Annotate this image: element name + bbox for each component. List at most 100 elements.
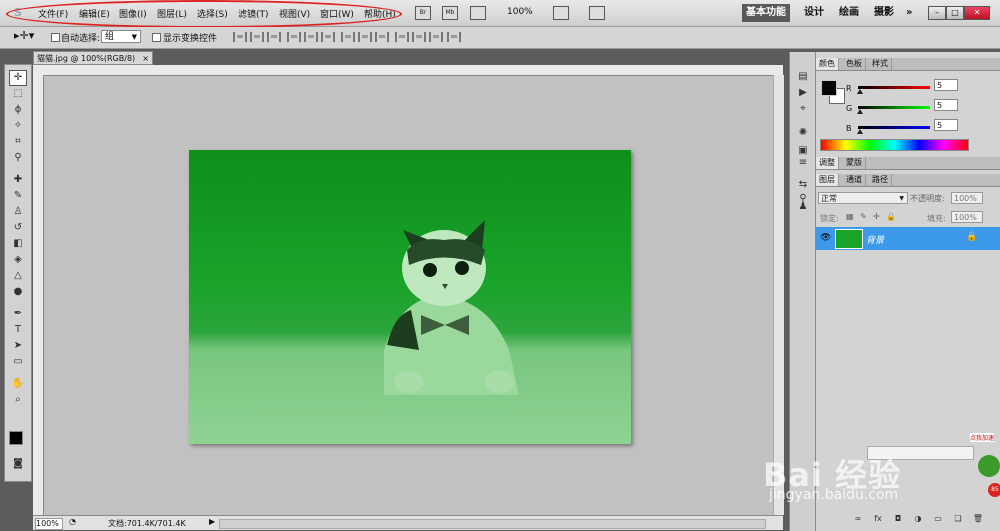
- paint-bucket-tool-icon[interactable]: ◈: [10, 253, 26, 267]
- menu-file[interactable]: 文件(F): [38, 7, 68, 20]
- lock-all-icon[interactable]: 🔒: [886, 212, 896, 221]
- eraser-tool-icon[interactable]: ◧: [10, 237, 26, 251]
- marquee-tool-icon[interactable]: ⬚: [10, 87, 26, 101]
- history-panel-icon[interactable]: ▤: [796, 70, 810, 84]
- tab-layers[interactable]: 图层: [816, 174, 839, 186]
- add-mask-icon[interactable]: ◘: [892, 514, 904, 524]
- pen-tool-icon[interactable]: ✒: [10, 307, 26, 321]
- new-layer-icon[interactable]: ❏: [952, 514, 964, 524]
- group-folder-icon[interactable]: ▭: [932, 514, 944, 524]
- align-bottom-icon[interactable]: [267, 32, 281, 42]
- move-tool-icon[interactable]: ✛: [9, 70, 27, 86]
- brush-panel-icon[interactable]: ✺: [796, 126, 810, 140]
- menu-filter[interactable]: 滤镜(T): [238, 7, 269, 20]
- tab-masks[interactable]: 蒙版: [843, 157, 866, 169]
- zoom-tool-icon[interactable]: ⌕: [10, 393, 26, 407]
- tab-adjustments[interactable]: 调整: [816, 157, 839, 169]
- distribute-left-icon[interactable]: [395, 32, 409, 42]
- auto-select-checkbox[interactable]: [51, 33, 60, 42]
- workspace-painting[interactable]: 绘画: [835, 4, 863, 22]
- auto-select-dropdown[interactable]: 组 ▼: [101, 30, 141, 43]
- tab-color[interactable]: 颜色: [816, 58, 839, 70]
- align-hcenter-icon[interactable]: [304, 32, 318, 42]
- distribute-right-icon[interactable]: [429, 32, 443, 42]
- crop-tool-icon[interactable]: ⌗: [10, 135, 26, 149]
- align-right-icon[interactable]: [321, 32, 335, 42]
- minimize-icon[interactable]: –: [928, 6, 946, 20]
- bridge-icon[interactable]: Br: [415, 6, 431, 20]
- trash-icon[interactable]: 🗑: [972, 514, 984, 524]
- link-layers-icon[interactable]: ∞: [852, 514, 864, 524]
- color-spectrum-ramp[interactable]: [820, 139, 969, 151]
- tool-presets-icon[interactable]: ♟: [796, 200, 810, 214]
- green-value-field[interactable]: 5: [934, 99, 958, 111]
- workspace-photography[interactable]: 摄影: [870, 4, 898, 22]
- quick-select-tool-icon[interactable]: ✧: [10, 119, 26, 133]
- align-top-icon[interactable]: [233, 32, 247, 42]
- blue-value-field[interactable]: 5: [934, 119, 958, 131]
- green-slider-thumb[interactable]: [857, 109, 863, 114]
- zoom-status-field[interactable]: 100%: [35, 518, 63, 530]
- blue-slider-thumb[interactable]: [857, 129, 863, 134]
- character-panel-icon[interactable]: ≡: [796, 156, 810, 170]
- red-slider-thumb[interactable]: [857, 89, 863, 94]
- image-canvas-cat-photo[interactable]: [189, 150, 631, 444]
- menu-image[interactable]: 图像(I): [119, 7, 147, 20]
- auto-align-icon[interactable]: [447, 32, 461, 42]
- blur-tool-icon[interactable]: △: [10, 269, 26, 283]
- more-workspaces-icon[interactable]: »: [902, 4, 916, 22]
- lock-pixels-icon[interactable]: ✎: [860, 212, 867, 221]
- mini-bridge-icon[interactable]: Mb: [442, 6, 458, 20]
- vertical-scrollbar[interactable]: [773, 75, 784, 515]
- tab-swatches[interactable]: 色板: [843, 58, 866, 70]
- hand-tool-icon[interactable]: ✋: [10, 377, 26, 391]
- red-value-field[interactable]: 5: [934, 79, 958, 91]
- view-extras-icon[interactable]: [470, 6, 486, 20]
- menu-layer[interactable]: 图层(L): [157, 7, 187, 20]
- layer-style-icon[interactable]: fx: [872, 514, 884, 524]
- status-arrow-icon[interactable]: ▶: [209, 517, 215, 526]
- tab-channels[interactable]: 通道: [843, 174, 866, 186]
- horizontal-scrollbar[interactable]: [219, 519, 766, 529]
- path-select-tool-icon[interactable]: ➤: [10, 339, 26, 353]
- show-transform-checkbox[interactable]: [152, 33, 161, 42]
- document-tab[interactable]: 猫猫.jpg @ 100%(RGB/8) ×: [33, 51, 153, 65]
- shape-tool-icon[interactable]: ▭: [10, 355, 26, 369]
- lasso-tool-icon[interactable]: ϕ: [10, 103, 26, 117]
- menu-help[interactable]: 帮助(H): [364, 7, 396, 20]
- quick-mask-icon[interactable]: ◙: [10, 457, 26, 471]
- adjustment-layer-icon[interactable]: ◑: [912, 514, 924, 524]
- lock-transparency-icon[interactable]: ▦: [846, 212, 854, 221]
- color-foreground-swatch[interactable]: [821, 80, 837, 96]
- actions-panel-icon[interactable]: ▶: [796, 86, 810, 100]
- eye-visibility-icon[interactable]: 👁: [820, 233, 831, 243]
- history-brush-tool-icon[interactable]: ↺: [10, 221, 26, 235]
- menu-select[interactable]: 选择(S): [197, 7, 228, 20]
- arrange-documents-icon[interactable]: [553, 6, 569, 20]
- distribute-bottom-icon[interactable]: [375, 32, 389, 42]
- menu-window[interactable]: 窗口(W): [320, 7, 354, 20]
- dodge-tool-icon[interactable]: ●: [10, 285, 26, 299]
- distribute-vcenter-icon[interactable]: [358, 32, 372, 42]
- menu-edit[interactable]: 编辑(E): [79, 7, 110, 20]
- healing-brush-tool-icon[interactable]: ✚: [10, 173, 26, 187]
- zoom-level[interactable]: 100%: [507, 7, 533, 17]
- foreground-color-swatch[interactable]: [9, 431, 23, 445]
- red-slider-track[interactable]: [858, 86, 930, 89]
- opacity-field[interactable]: 100%: [951, 192, 983, 204]
- status-menu-icon[interactable]: ◔: [69, 517, 76, 526]
- menu-view[interactable]: 视图(V): [279, 7, 310, 20]
- close-icon[interactable]: ✕: [964, 6, 990, 20]
- workspace-design[interactable]: 设计: [800, 4, 828, 22]
- green-slider-track[interactable]: [858, 106, 930, 109]
- align-vcenter-icon[interactable]: [250, 32, 264, 42]
- distribute-hcenter-icon[interactable]: [412, 32, 426, 42]
- clone-stamp-tool-icon[interactable]: ♙: [10, 205, 26, 219]
- tab-styles[interactable]: 样式: [869, 58, 892, 70]
- type-tool-icon[interactable]: T: [10, 323, 26, 337]
- distribute-top-icon[interactable]: [341, 32, 355, 42]
- fill-field[interactable]: 100%: [951, 211, 983, 223]
- eyedropper-tool-icon[interactable]: ⚲: [10, 151, 26, 165]
- align-left-icon[interactable]: [287, 32, 301, 42]
- close-tab-icon[interactable]: ×: [142, 52, 149, 66]
